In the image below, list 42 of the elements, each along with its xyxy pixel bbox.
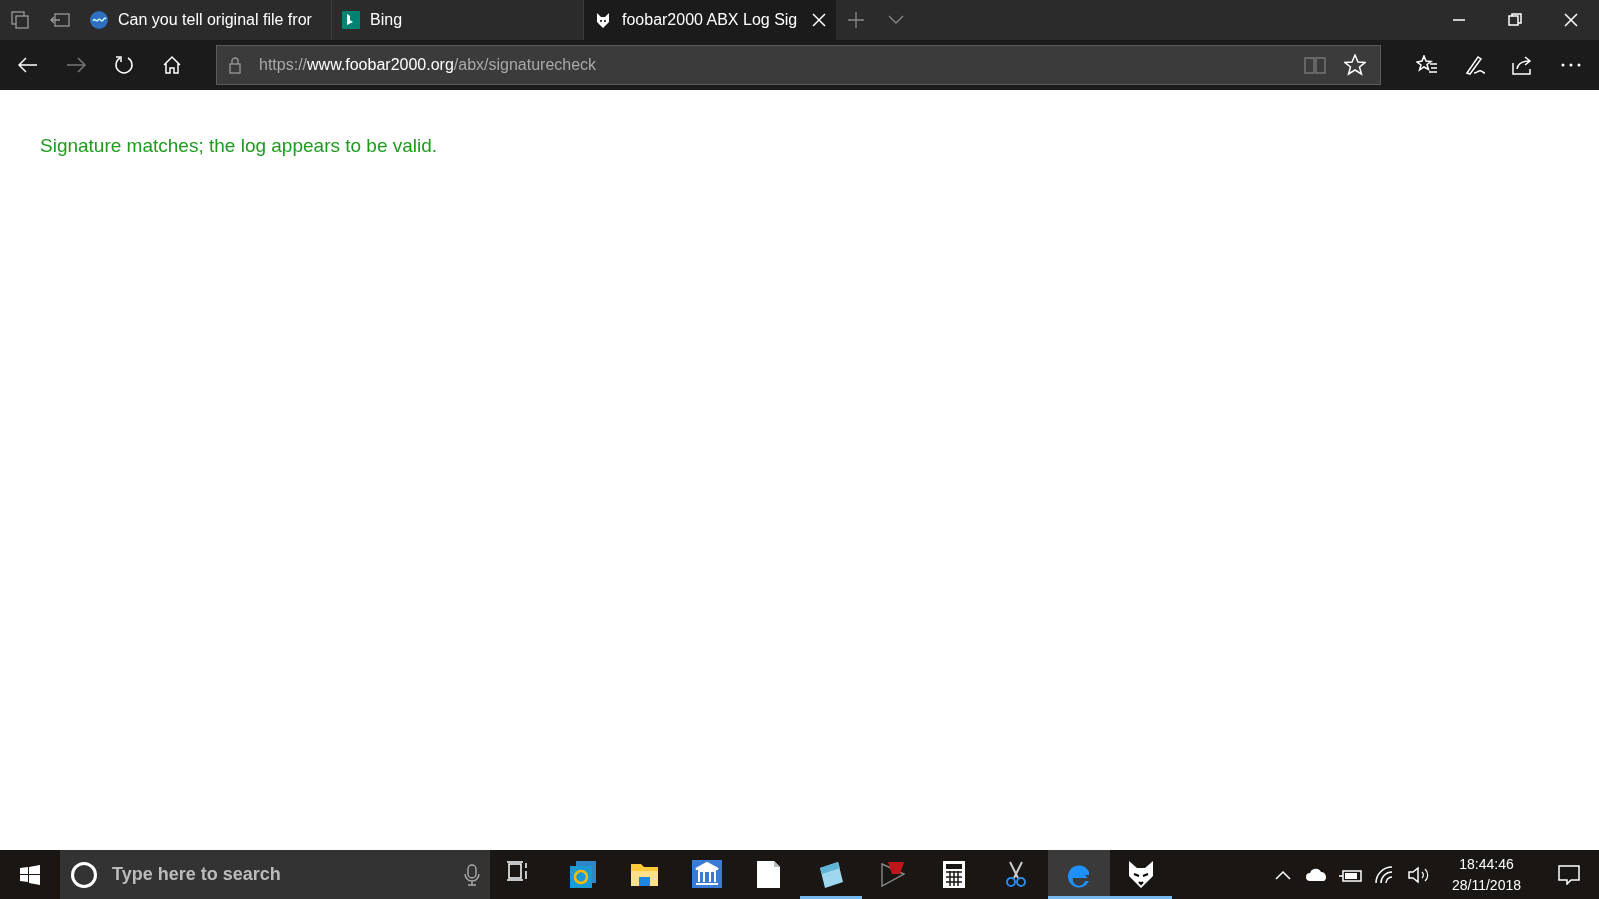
tab-title: Bing <box>370 10 404 30</box>
sync-app-icon <box>568 859 598 890</box>
fox-head-icon <box>1126 859 1156 890</box>
address-bar[interactable]: https://www.foobar2000.org/abx/signaturecheck <box>216 45 1381 85</box>
status-message: Signature matches; the log appears to be valid. <box>40 134 439 158</box>
more-icon[interactable] <box>1561 63 1581 67</box>
triangle-logo-icon <box>878 859 908 890</box>
tab-title: foobar2000 ABX Log Sig <box>622 10 799 30</box>
pen-icon[interactable] <box>1464 54 1486 76</box>
bank-building-icon <box>692 859 722 890</box>
fox-icon <box>594 11 612 29</box>
star-icon[interactable] <box>1344 54 1366 76</box>
chevron-down-icon[interactable] <box>888 15 904 25</box>
letter-b-logo-icon <box>342 11 360 29</box>
battery-icon[interactable] <box>1338 867 1363 882</box>
cloud-icon[interactable] <box>1304 867 1329 882</box>
refresh-icon[interactable] <box>114 55 134 75</box>
share-icon[interactable] <box>1512 55 1534 75</box>
search-field[interactable]: Type here to search <box>110 860 452 889</box>
microphone-icon[interactable] <box>464 863 480 886</box>
home-icon[interactable] <box>162 55 182 75</box>
clock-time[interactable]: 18:44:46 <box>1451 853 1521 875</box>
close-icon[interactable] <box>812 13 826 27</box>
clock-date[interactable]: 28/11/2018 <box>1451 874 1521 896</box>
close-icon[interactable] <box>1564 13 1578 27</box>
chevron-up-icon[interactable] <box>1274 869 1291 880</box>
notification-icon[interactable] <box>1558 864 1580 885</box>
browser-tab[interactable]: foobar2000 ABX Log Sig <box>584 0 836 40</box>
tab-aside-icon[interactable] <box>50 12 70 28</box>
plus-icon[interactable] <box>848 12 864 28</box>
restore-icon[interactable] <box>1508 13 1522 27</box>
tab-title: Can you tell original file fror <box>118 10 313 30</box>
forward-arrow-icon[interactable] <box>66 57 86 73</box>
tab-stack-icon[interactable] <box>11 11 29 29</box>
cortana-circle-icon <box>70 860 98 889</box>
speaker-icon[interactable] <box>1407 865 1430 884</box>
back-arrow-icon[interactable] <box>18 57 38 73</box>
search-bar[interactable]: Type here to search <box>60 850 490 899</box>
url-text: https://www.foobar2000.org/abx/signaturecheck <box>258 55 598 75</box>
windows-start-icon[interactable] <box>20 864 40 885</box>
wave-icon <box>90 11 108 29</box>
favorites-list-icon[interactable] <box>1416 55 1438 75</box>
